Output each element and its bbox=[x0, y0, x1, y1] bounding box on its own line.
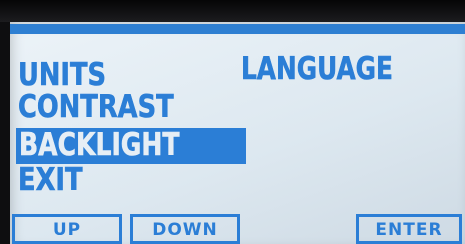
device-photo: UNITS LANGUAGE CONTRAST BACKLIGHT EXIT U… bbox=[0, 0, 465, 244]
menu-item-backlight[interactable]: BACKLIGHT bbox=[19, 129, 180, 161]
menu-item-units[interactable]: UNITS bbox=[18, 59, 107, 91]
up-softkey[interactable]: UP bbox=[12, 214, 122, 244]
up-softkey-label: UP bbox=[52, 220, 82, 240]
menu-item-contrast[interactable]: CONTRAST bbox=[18, 91, 174, 123]
device-bezel bbox=[0, 0, 465, 22]
menu-item-language[interactable]: LANGUAGE bbox=[241, 53, 393, 85]
down-softkey-label: DOWN bbox=[152, 220, 218, 240]
lcd-screen: UNITS LANGUAGE CONTRAST BACKLIGHT EXIT U… bbox=[10, 22, 465, 244]
enter-softkey[interactable]: ENTER bbox=[356, 214, 462, 244]
enter-softkey-label: ENTER bbox=[375, 220, 443, 240]
down-softkey[interactable]: DOWN bbox=[130, 214, 240, 244]
header-bar bbox=[10, 24, 465, 34]
menu-item-exit[interactable]: EXIT bbox=[18, 164, 83, 196]
